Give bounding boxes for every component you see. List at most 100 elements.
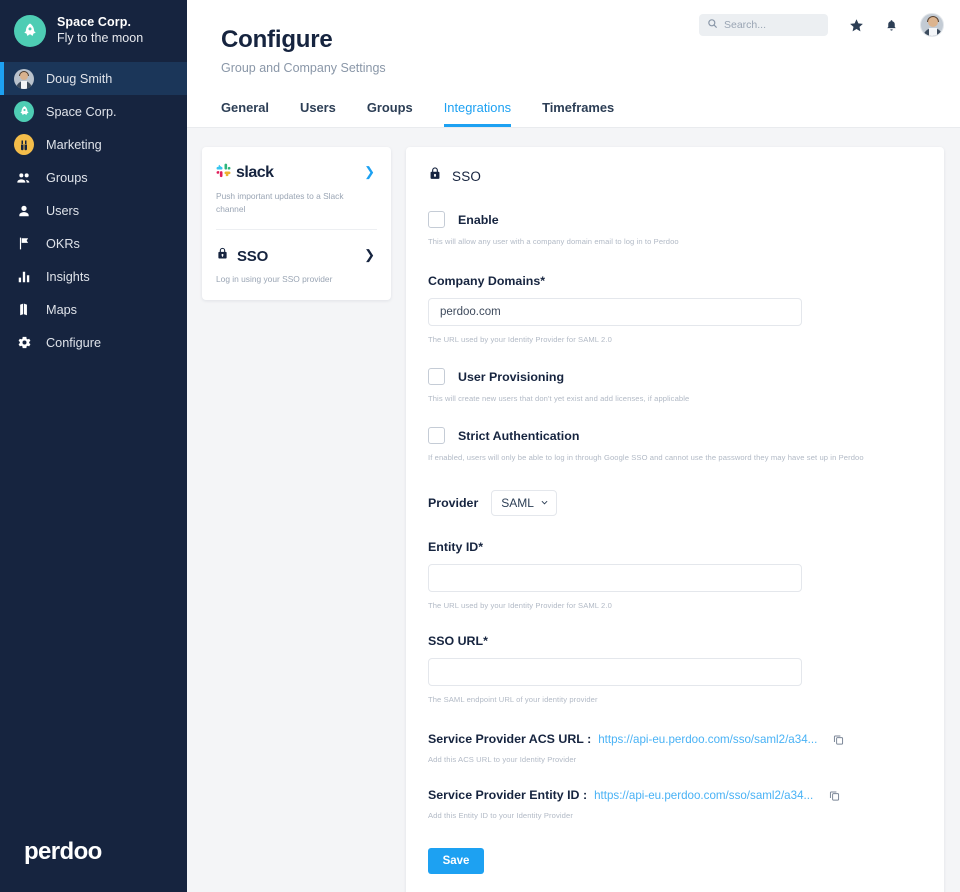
sidebar-footer: perdoo (0, 838, 187, 892)
user-avatar (14, 68, 34, 89)
save-button[interactable]: Save (428, 848, 484, 874)
tab-integrations[interactable]: Integrations (443, 100, 512, 127)
brand-name: Space Corp. (57, 15, 132, 30)
search-icon (707, 16, 718, 34)
sidebar-item-marketing[interactable]: Marketing (0, 128, 187, 161)
sidebar-item-users[interactable]: Users (0, 194, 187, 227)
main-area: Configure Group and Company Settings Gen… (187, 0, 960, 892)
provider-row: Provider SAML (428, 490, 922, 516)
acs-url-row: Service Provider ACS URL : https://api-e… (428, 732, 922, 746)
sidebar-item-label: Doug Smith (46, 71, 113, 86)
sso-url-input[interactable] (428, 658, 802, 686)
sidebar-item-configure[interactable]: Configure (0, 326, 187, 359)
user-provisioning-helper: This will create new users that don't ye… (428, 394, 690, 403)
sso-url-helper: The SAML endpoint URL of your identity p… (428, 695, 598, 704)
person-icon (14, 201, 34, 221)
brand-tagline: Fly to the moon (57, 31, 144, 45)
sidebar-item-label: OKRs (46, 236, 80, 251)
brand-text: Space Corp. Fly to the moon (57, 15, 143, 46)
entity-id-helper: The URL used by your Identity Provider f… (428, 601, 612, 610)
sidebar-item-label: Insights (46, 269, 90, 284)
integration-description: Log in using your SSO provider (216, 274, 333, 285)
entity-id-input[interactable] (428, 564, 802, 592)
binoculars-icon (14, 134, 34, 155)
bar-chart-icon (14, 267, 34, 287)
chevron-down-icon (540, 494, 549, 512)
search-input[interactable] (724, 19, 820, 31)
user-provisioning-checkbox[interactable] (428, 368, 445, 385)
tab-timeframes[interactable]: Timeframes (542, 100, 614, 127)
content-area: slack Push important updates to a Slack … (187, 128, 960, 892)
sp-entity-id-label: Service Provider Entity ID : (428, 788, 588, 802)
acs-url-value[interactable]: https://api-eu.perdoo.com/sso/saml2/a34.… (598, 733, 817, 746)
sidebar-item-insights[interactable]: Insights (0, 260, 187, 293)
lock-icon (428, 165, 442, 187)
sidebar: Space Corp. Fly to the moon Doug Smith S… (0, 0, 187, 892)
flag-icon (14, 234, 34, 254)
search-box[interactable] (699, 14, 828, 36)
people-icon (14, 168, 34, 188)
enable-checkbox[interactable] (428, 211, 445, 228)
copy-icon[interactable] (828, 789, 841, 802)
app-root: Space Corp. Fly to the moon Doug Smith S… (0, 0, 960, 892)
acs-url-helper: Add this ACS URL to your Identity Provid… (428, 755, 577, 764)
sidebar-nav: Doug Smith Space Corp. Marketing Groups … (0, 62, 187, 359)
copy-icon[interactable] (832, 733, 845, 746)
strict-authentication-checkbox[interactable] (428, 427, 445, 444)
sp-entity-id-row: Service Provider Entity ID : https://api… (428, 788, 922, 802)
sso-settings-card: SSO Enable This will allow any user with… (406, 147, 944, 892)
provider-selected-value: SAML (501, 496, 534, 510)
topbar: Configure Group and Company Settings Gen… (187, 0, 960, 128)
provider-select[interactable]: SAML (491, 490, 557, 516)
sso-heading-label: SSO (452, 168, 482, 184)
integration-item-slack[interactable]: slack Push important updates to a Slack … (216, 147, 377, 229)
user-provisioning-checkbox-row[interactable]: User Provisioning (428, 368, 922, 385)
integrations-list-card: slack Push important updates to a Slack … (202, 147, 391, 300)
strict-authentication-label: Strict Authentication (458, 428, 580, 443)
strict-authentication-helper: If enabled, users will only be able to l… (428, 453, 864, 462)
rocket-icon (14, 101, 34, 122)
sidebar-item-maps[interactable]: Maps (0, 293, 187, 326)
sidebar-brand[interactable]: Space Corp. Fly to the moon (0, 0, 187, 62)
sp-entity-id-value[interactable]: https://api-eu.perdoo.com/sso/saml2/a34.… (594, 789, 813, 802)
bell-icon[interactable] (882, 16, 900, 34)
tab-bar: General Users Groups Integrations Timefr… (221, 100, 614, 127)
user-avatar[interactable] (920, 13, 944, 37)
star-icon[interactable] (847, 16, 865, 34)
enable-label: Enable (458, 212, 499, 227)
enable-checkbox-row[interactable]: Enable (428, 211, 922, 228)
tab-groups[interactable]: Groups (367, 100, 413, 127)
chevron-right-icon[interactable]: ❯ (364, 165, 375, 178)
company-domains-helper: The URL used by your Identity Provider f… (428, 335, 612, 344)
integration-item-sso[interactable]: SSO Log in using your SSO provider ❯ (216, 229, 377, 300)
page-subtitle: Group and Company Settings (221, 61, 386, 75)
sidebar-item-okrs[interactable]: OKRs (0, 227, 187, 260)
slack-icon (216, 163, 231, 183)
perdoo-logo: perdoo (24, 838, 102, 865)
map-icon (14, 300, 34, 320)
tab-users[interactable]: Users (300, 100, 336, 127)
lock-icon (216, 246, 229, 266)
sidebar-item-groups[interactable]: Groups (0, 161, 187, 194)
provider-label: Provider (428, 496, 479, 510)
sidebar-item-space-corp[interactable]: Space Corp. (0, 95, 187, 128)
sso-heading: SSO (428, 165, 922, 187)
integration-title: slack (236, 164, 274, 181)
enable-helper: This will allow any user with a company … (428, 237, 679, 246)
sso-url-label: SSO URL* (428, 634, 488, 648)
chevron-right-icon[interactable]: ❯ (364, 248, 375, 261)
integration-description: Push important updates to a Slack channe… (216, 191, 344, 214)
rocket-icon (14, 15, 46, 47)
page-title: Configure (221, 26, 333, 53)
acs-url-label: Service Provider ACS URL : (428, 732, 592, 746)
sidebar-item-label: Space Corp. (46, 104, 117, 119)
sidebar-item-label: Users (46, 203, 80, 218)
company-domains-label: Company Domains* (428, 274, 546, 288)
company-domains-input[interactable] (428, 298, 802, 326)
gear-icon (14, 333, 34, 353)
strict-authentication-checkbox-row[interactable]: Strict Authentication (428, 427, 922, 444)
sidebar-item-label: Configure (46, 335, 102, 350)
tab-general[interactable]: General (221, 100, 269, 127)
sidebar-item-doug-smith[interactable]: Doug Smith (0, 62, 187, 95)
sidebar-item-label: Marketing (46, 137, 102, 152)
